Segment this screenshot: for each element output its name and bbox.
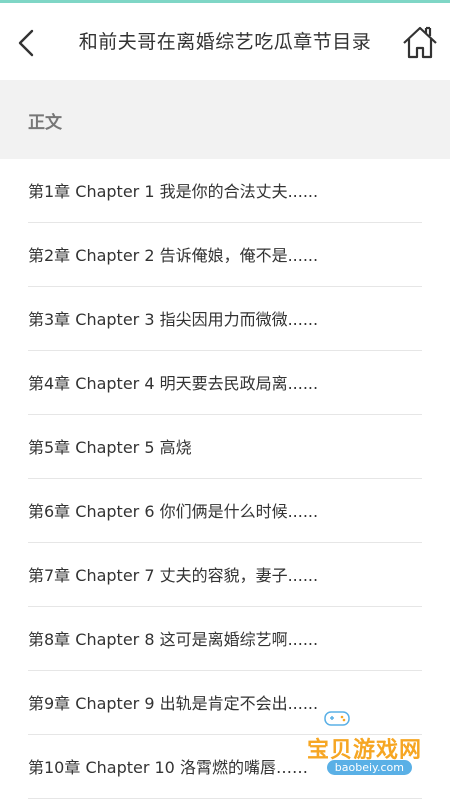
chapter-item[interactable]: 第1章 Chapter 1 我是你的合法丈夫...... <box>28 159 422 223</box>
chapter-item[interactable]: 第8章 Chapter 8 这可是离婚综艺啊...... <box>28 607 422 671</box>
chapter-title: 第9章 Chapter 9 出轨是肯定不会出...... <box>28 694 319 713</box>
section-label: 正文 <box>28 113 62 133</box>
gamepad-icon <box>324 711 350 726</box>
section-header: 正文 <box>0 80 450 159</box>
chapter-item[interactable]: 第5章 Chapter 5 高烧 <box>28 415 422 479</box>
watermark-url: baobeiy.com <box>326 760 412 775</box>
chapter-title: 第3章 Chapter 3 指尖因用力而微微...... <box>28 310 319 329</box>
back-button[interactable] <box>10 23 46 63</box>
chapter-list: 第1章 Chapter 1 我是你的合法丈夫...... 第2章 Chapter… <box>0 159 450 799</box>
chapter-item[interactable]: 第2章 Chapter 2 告诉俺娘，俺不是...... <box>28 223 422 287</box>
chapter-title: 第6章 Chapter 6 你们俩是什么时候...... <box>28 502 319 521</box>
app-header: 和前夫哥在离婚综艺吃瓜章节目录 <box>0 3 450 80</box>
site-watermark: 宝贝游戏网 baobeiy.com <box>302 708 422 778</box>
chapter-item[interactable]: 第4章 Chapter 4 明天要去民政局离...... <box>28 351 422 415</box>
home-icon <box>403 26 437 59</box>
chapter-item[interactable]: 第6章 Chapter 6 你们俩是什么时候...... <box>28 479 422 543</box>
chapter-title: 第2章 Chapter 2 告诉俺娘，俺不是...... <box>28 246 319 265</box>
chapter-title: 第7章 Chapter 7 丈夫的容貌，妻子...... <box>28 566 319 585</box>
chevron-left-icon <box>18 29 34 57</box>
chapter-title: 第4章 Chapter 4 明天要去民政局离...... <box>28 374 319 393</box>
chapter-title: 第5章 Chapter 5 高烧 <box>28 438 192 457</box>
chapter-title: 第10章 Chapter 10 洛霄燃的嘴唇…… <box>28 758 308 777</box>
page-title: 和前夫哥在离婚综艺吃瓜章节目录 <box>78 31 372 53</box>
home-button[interactable] <box>400 23 440 63</box>
chapter-title: 第1章 Chapter 1 我是你的合法丈夫...... <box>28 182 319 201</box>
chapter-title: 第8章 Chapter 8 这可是离婚综艺啊...... <box>28 630 319 649</box>
chapter-item[interactable]: 第3章 Chapter 3 指尖因用力而微微...... <box>28 287 422 351</box>
chapter-item[interactable]: 第7章 Chapter 7 丈夫的容貌，妻子...... <box>28 543 422 607</box>
